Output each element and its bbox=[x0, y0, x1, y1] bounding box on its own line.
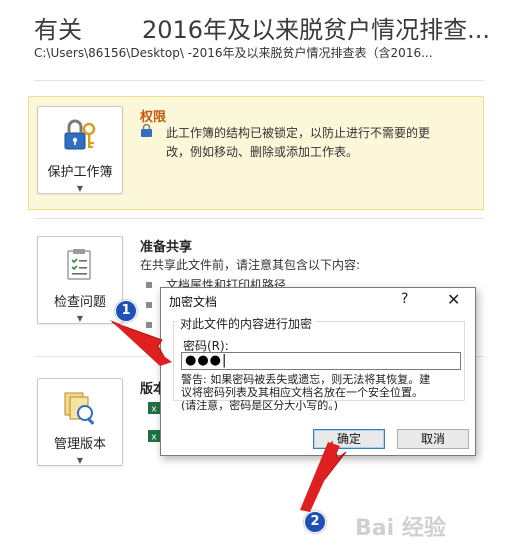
annotation-arrows bbox=[110, 320, 347, 512]
arrow-2-shaft bbox=[300, 442, 340, 512]
step-badge-1: 1 bbox=[115, 300, 137, 322]
watermark: Bai 经验 bbox=[355, 516, 446, 541]
step-badge-2: 2 bbox=[304, 511, 326, 533]
arrow-1-shaft bbox=[110, 320, 172, 366]
